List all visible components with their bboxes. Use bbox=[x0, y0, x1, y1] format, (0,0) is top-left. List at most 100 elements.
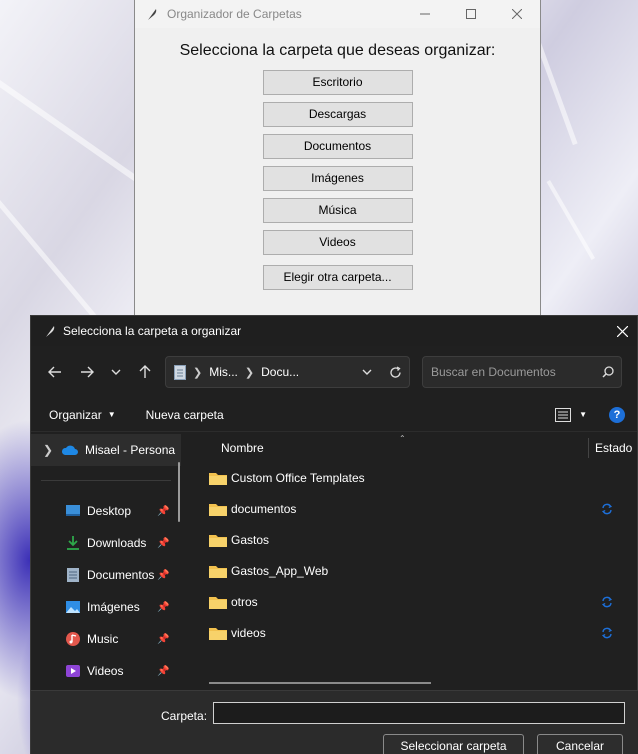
view-options-button[interactable]: ▼ bbox=[555, 407, 587, 422]
column-divider[interactable] bbox=[588, 438, 589, 458]
folder-name-input[interactable] bbox=[213, 702, 625, 724]
sidebar-item-label: Desktop bbox=[87, 504, 132, 518]
dialog-footer: Carpeta: Seleccionar carpeta Cancelar bbox=[31, 690, 638, 754]
command-bar: Organizar ▼ Nueva carpeta ▼ ? bbox=[31, 398, 637, 432]
folder-row[interactable]: Custom Office Templates bbox=[191, 462, 638, 493]
minimize-button[interactable] bbox=[402, 0, 448, 28]
maximize-icon bbox=[466, 9, 476, 19]
sidebar-item-imagenes[interactable]: Imágenes 📌 bbox=[31, 591, 181, 623]
search-input[interactable] bbox=[431, 365, 595, 379]
sidebar-item-label: Videos bbox=[87, 664, 124, 678]
chevron-right-icon: ❯ bbox=[43, 443, 54, 457]
close-icon bbox=[616, 325, 628, 337]
organizer-titlebar: Organizador de Carpetas bbox=[135, 0, 540, 28]
caret-down-icon: ▼ bbox=[107, 410, 116, 419]
folder-name: Custom Office Templates bbox=[231, 470, 365, 485]
pin-icon: 📌 bbox=[157, 569, 170, 581]
document-icon bbox=[174, 364, 186, 380]
sidebar-item-downloads[interactable]: Downloads 📌 bbox=[31, 527, 181, 559]
address-bar[interactable]: ❯ Mis... ❯ Docu... bbox=[165, 356, 410, 388]
arrow-left-icon bbox=[48, 366, 61, 378]
folder-row[interactable]: documentos bbox=[191, 493, 638, 524]
organize-menu-button[interactable]: Organizar ▼ bbox=[49, 408, 116, 422]
videos-button[interactable]: Videos bbox=[262, 230, 413, 255]
horizontal-scrollbar[interactable] bbox=[209, 682, 431, 684]
organizer-window: Organizador de Carpetas Selecciona la ca… bbox=[134, 0, 541, 330]
dialog-content: ❯ Misael - Persona Desktop 📌 Downloads 📌… bbox=[31, 434, 638, 690]
breadcrumb-separator: ❯ bbox=[244, 366, 255, 379]
folder-row[interactable]: videos bbox=[191, 617, 638, 648]
select-folder-button[interactable]: Seleccionar carpeta bbox=[383, 734, 524, 754]
navigation-pane: ❯ Misael - Persona Desktop 📌 Downloads 📌… bbox=[31, 434, 181, 690]
folder-name: otros bbox=[231, 594, 258, 609]
folder-row[interactable]: otros bbox=[191, 586, 638, 617]
breadcrumb-separator: ❯ bbox=[193, 366, 203, 379]
arrow-up-icon bbox=[139, 365, 151, 378]
column-header-status[interactable]: Estado bbox=[595, 441, 638, 455]
folder-icon bbox=[209, 534, 227, 547]
dialog-close-button[interactable] bbox=[607, 316, 637, 346]
column-header-row: ⌃ Nombre Estado bbox=[191, 434, 638, 462]
organize-label: Organizar bbox=[49, 407, 102, 422]
cancel-button[interactable]: Cancelar bbox=[537, 734, 623, 754]
image-icon bbox=[66, 601, 80, 613]
close-button[interactable] bbox=[494, 0, 540, 28]
close-icon bbox=[512, 9, 522, 19]
folder-icon bbox=[209, 503, 227, 516]
folder-row[interactable]: Gastos bbox=[191, 524, 638, 555]
sidebar-item-onedrive[interactable]: ❯ Misael - Persona bbox=[31, 434, 181, 466]
desktop-icon bbox=[66, 505, 80, 516]
search-icon bbox=[595, 366, 621, 378]
sync-pending-icon bbox=[599, 503, 615, 515]
search-box[interactable] bbox=[422, 356, 622, 388]
folder-picker-dialog: Selecciona la carpeta a organizar ❯ Mis.… bbox=[30, 315, 638, 754]
choose-other-folder-button[interactable]: Elegir otra carpeta... bbox=[262, 265, 413, 290]
refresh-button[interactable] bbox=[381, 365, 409, 379]
sidebar-item-documentos[interactable]: Documentos 📌 bbox=[31, 559, 181, 591]
imagenes-button[interactable]: Imágenes bbox=[262, 166, 413, 191]
folder-name: documentos bbox=[231, 501, 297, 516]
cloud-icon bbox=[61, 445, 78, 455]
folder-name: videos bbox=[231, 625, 266, 640]
sidebar-item-desktop[interactable]: Desktop 📌 bbox=[31, 495, 181, 527]
folder-icon bbox=[209, 472, 227, 485]
documentos-button[interactable]: Documentos bbox=[262, 134, 413, 159]
folder-name: Gastos bbox=[231, 532, 270, 547]
folder-field-label: Carpeta: bbox=[161, 709, 208, 723]
recent-locations-button[interactable] bbox=[103, 356, 129, 388]
address-dropdown-button[interactable] bbox=[353, 369, 381, 375]
maximize-button[interactable] bbox=[448, 0, 494, 28]
organizer-title: Organizador de Carpetas bbox=[167, 7, 302, 21]
up-button[interactable] bbox=[129, 356, 161, 388]
sidebar-item-label: Misael - Persona bbox=[85, 443, 176, 457]
column-header-name[interactable]: Nombre bbox=[221, 441, 588, 455]
back-button[interactable] bbox=[39, 356, 71, 388]
musica-button[interactable]: Música bbox=[262, 198, 413, 223]
escritorio-button[interactable]: Escritorio bbox=[262, 70, 413, 95]
breadcrumb-documents[interactable]: Docu... bbox=[261, 365, 299, 379]
new-folder-button[interactable]: Nueva carpeta bbox=[146, 408, 224, 422]
download-icon bbox=[67, 536, 79, 550]
pin-icon: 📌 bbox=[157, 665, 170, 677]
folder-row[interactable]: Gastos_App_Web bbox=[191, 555, 638, 586]
feather-icon bbox=[46, 326, 55, 337]
navigation-scrollbar[interactable] bbox=[178, 462, 180, 522]
forward-button[interactable] bbox=[71, 356, 103, 388]
breadcrumb-user[interactable]: Mis... bbox=[209, 365, 238, 379]
arrow-right-icon bbox=[81, 366, 94, 378]
sort-caret-icon: ⌃ bbox=[399, 434, 406, 443]
sidebar-item-videos[interactable]: Videos 📌 bbox=[31, 655, 181, 687]
folder-icon bbox=[209, 627, 227, 640]
document-icon bbox=[67, 568, 79, 582]
pin-icon: 📌 bbox=[157, 537, 170, 549]
descargas-button[interactable]: Descargas bbox=[262, 102, 413, 127]
music-icon bbox=[66, 632, 80, 646]
sidebar-item-label: Music bbox=[87, 632, 119, 646]
sync-pending-icon bbox=[599, 627, 615, 639]
help-button[interactable]: ? bbox=[609, 406, 625, 423]
dialog-titlebar: Selecciona la carpeta a organizar bbox=[31, 316, 637, 346]
pin-icon: 📌 bbox=[157, 633, 170, 645]
sidebar-item-music[interactable]: Music 📌 bbox=[31, 623, 181, 655]
dialog-title: Selecciona la carpeta a organizar bbox=[63, 324, 242, 338]
caret-down-icon: ▼ bbox=[579, 410, 587, 419]
